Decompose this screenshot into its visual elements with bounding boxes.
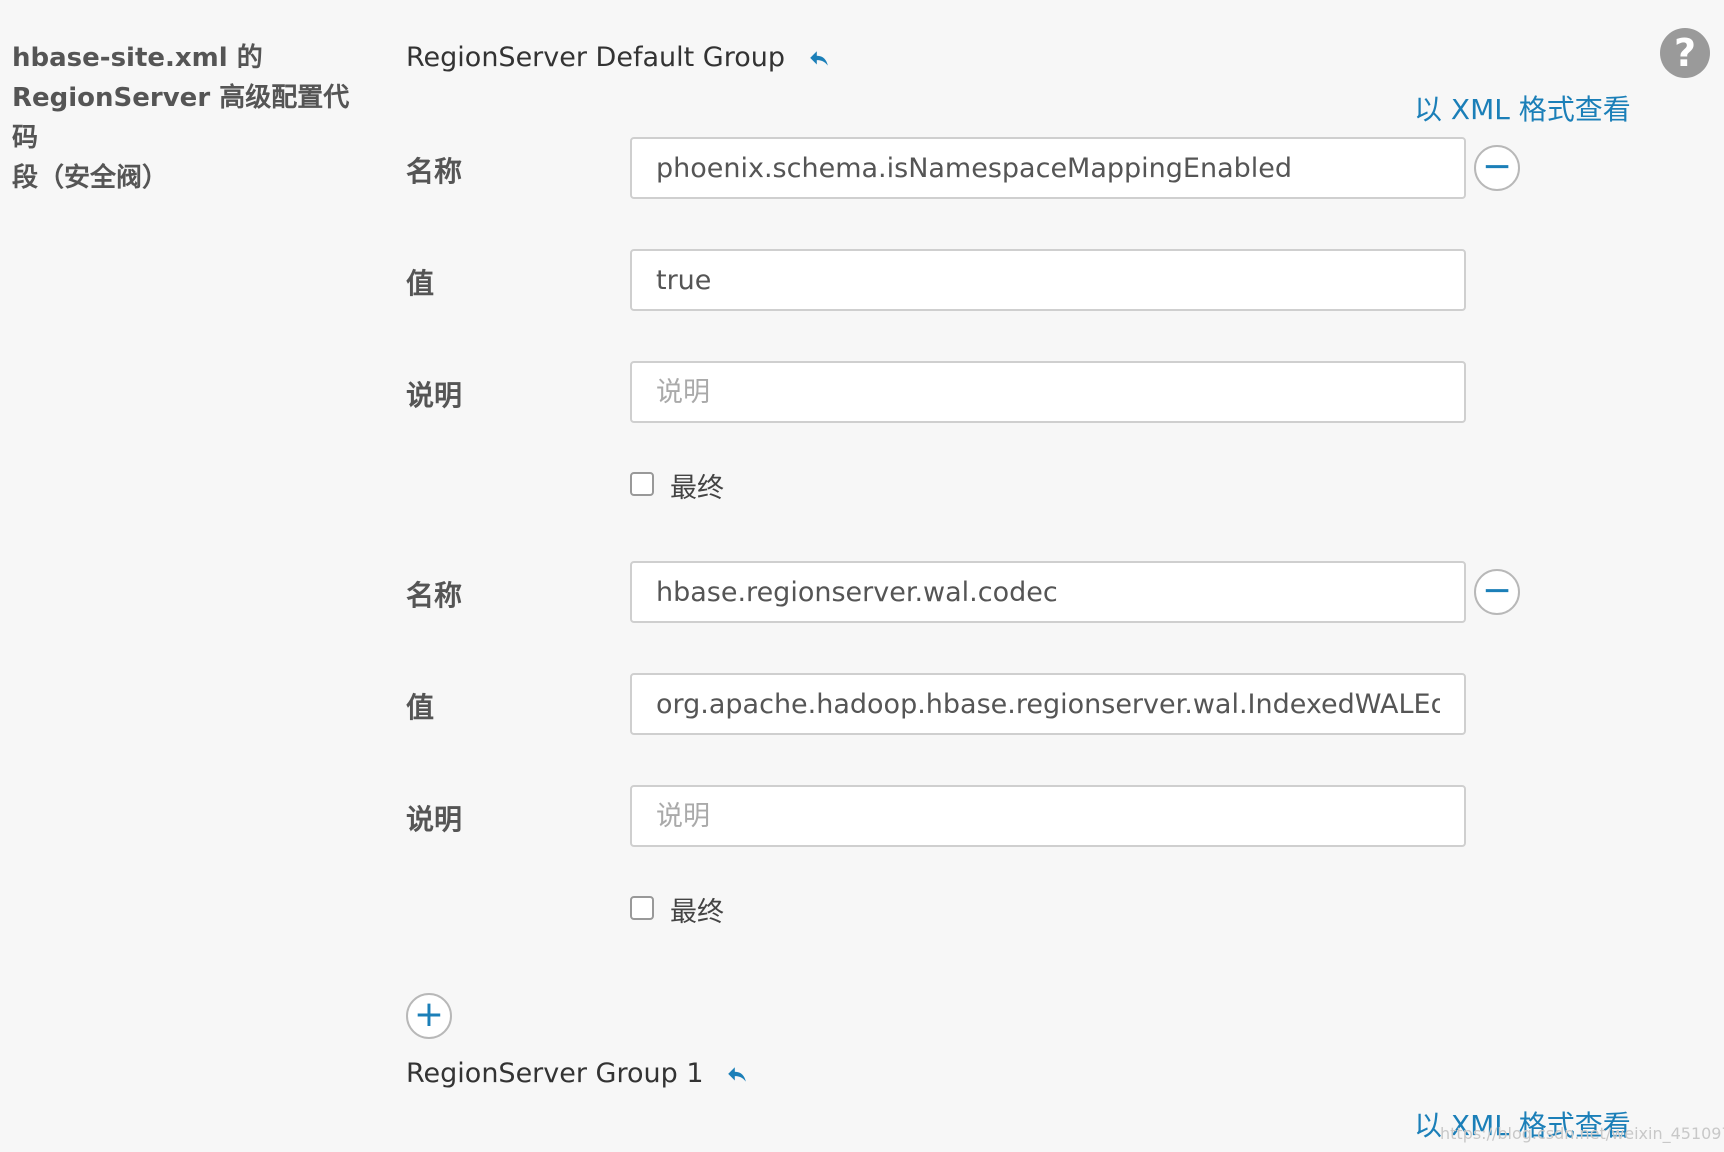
group-header-default: RegionServer Default Group [406, 42, 830, 73]
group-name: RegionServer Default Group [406, 42, 785, 73]
description-label: 说明 [406, 379, 463, 412]
final-checkbox[interactable] [630, 896, 654, 920]
name-label: 名称 [406, 579, 463, 612]
name-input[interactable] [630, 561, 1466, 623]
final-label: 最终 [670, 897, 724, 928]
description-label: 说明 [406, 803, 463, 836]
section-title-line1: hbase-site.xml 的 [12, 43, 263, 73]
value-input[interactable] [630, 249, 1466, 311]
watermark: https://blog.csdn.net/weixin_45109718 [1440, 1124, 1724, 1143]
remove-entry-button[interactable]: − [1474, 145, 1520, 191]
value-label: 值 [406, 267, 435, 300]
description-input[interactable] [630, 785, 1466, 847]
final-label: 最终 [670, 473, 724, 504]
group-header-1: RegionServer Group 1 [406, 1058, 748, 1089]
value-input[interactable] [630, 673, 1466, 735]
name-label: 名称 [406, 155, 463, 188]
name-input[interactable] [630, 137, 1466, 199]
help-icon[interactable]: ? [1660, 28, 1710, 78]
remove-entry-button[interactable]: − [1474, 569, 1520, 615]
section-title-line2: RegionServer 高级配置代码 [12, 83, 350, 153]
add-entry-button[interactable]: + [406, 993, 452, 1039]
value-label: 值 [406, 691, 435, 724]
section-title: hbase-site.xml 的 RegionServer 高级配置代码 段（安… [12, 38, 372, 198]
final-checkbox[interactable] [630, 472, 654, 496]
undo-icon[interactable] [808, 48, 830, 70]
view-as-xml-link[interactable]: 以 XML 格式查看 [1414, 88, 1631, 128]
description-input[interactable] [630, 361, 1466, 423]
group-name: RegionServer Group 1 [406, 1058, 704, 1089]
undo-icon[interactable] [726, 1064, 748, 1086]
section-title-line3: 段（安全阀） [12, 163, 169, 193]
